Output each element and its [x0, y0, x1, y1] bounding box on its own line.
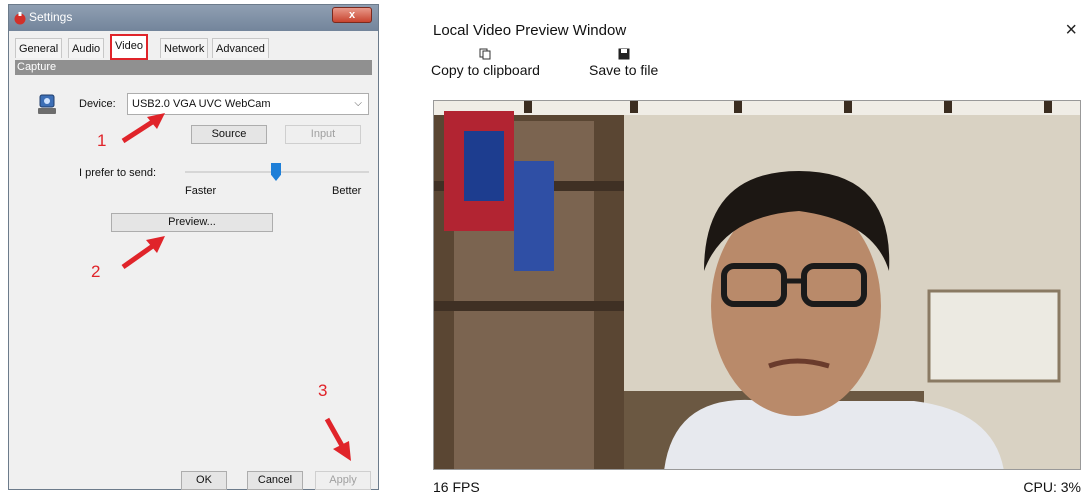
- tab-general[interactable]: General: [15, 38, 63, 58]
- video-preview-window: Local Video Preview Window × Copy to cli…: [431, 10, 1083, 495]
- preview-title: Local Video Preview Window: [433, 22, 627, 39]
- save-label: Save to file: [589, 62, 659, 78]
- source-button[interactable]: Source: [191, 125, 267, 144]
- tab-audio[interactable]: Audio: [68, 38, 105, 58]
- floppy-disk-icon: [618, 48, 630, 60]
- slider-min-label: Faster: [185, 185, 217, 197]
- settings-window: Settings x General Audio Video Network A…: [8, 4, 379, 490]
- prefer-label: I prefer to send:: [79, 167, 157, 179]
- video-frame: [433, 100, 1081, 470]
- tab-video[interactable]: Video: [110, 34, 148, 60]
- annotation-2: 2: [91, 262, 101, 281]
- cancel-button[interactable]: Cancel: [247, 471, 303, 490]
- webcam-video-image: [434, 101, 1080, 469]
- annotation-1: 1: [97, 131, 107, 150]
- webcam-icon: [38, 94, 56, 114]
- fps-status: 16 FPS: [433, 479, 480, 495]
- apply-button[interactable]: Apply: [315, 471, 371, 490]
- close-icon[interactable]: ×: [1065, 19, 1077, 42]
- cpu-status: CPU: 3%: [1023, 479, 1081, 495]
- annotation-3: 3: [318, 381, 328, 400]
- annotation-arrow-1: [121, 113, 165, 144]
- device-select-value: USB2.0 VGA UVC WebCam: [132, 98, 271, 110]
- chevron-down-icon: ⌵: [354, 98, 362, 109]
- tab-advanced[interactable]: Advanced: [212, 38, 269, 58]
- quality-slider-thumb[interactable]: [271, 163, 281, 181]
- settings-app-icon: [14, 12, 26, 25]
- annotation-arrow-2: [121, 236, 165, 270]
- copy-label: Copy to clipboard: [431, 62, 540, 78]
- preview-button[interactable]: Preview...: [111, 213, 273, 232]
- settings-titlebar[interactable]: Settings x: [9, 5, 378, 31]
- annotation-arrow-3: [324, 417, 351, 461]
- ok-button[interactable]: OK: [181, 471, 227, 490]
- settings-close-button[interactable]: x: [332, 7, 372, 23]
- save-to-file-button[interactable]: Save to file: [589, 48, 658, 80]
- device-label: Device:: [79, 98, 116, 110]
- clipboard-icon: [479, 48, 491, 60]
- tab-network[interactable]: Network: [160, 38, 209, 58]
- input-button[interactable]: Input: [285, 125, 361, 144]
- copy-to-clipboard-button[interactable]: Copy to clipboard: [431, 48, 540, 80]
- settings-title: Settings: [29, 10, 73, 24]
- slider-max-label: Better: [332, 185, 362, 197]
- section-capture: Capture: [15, 60, 372, 75]
